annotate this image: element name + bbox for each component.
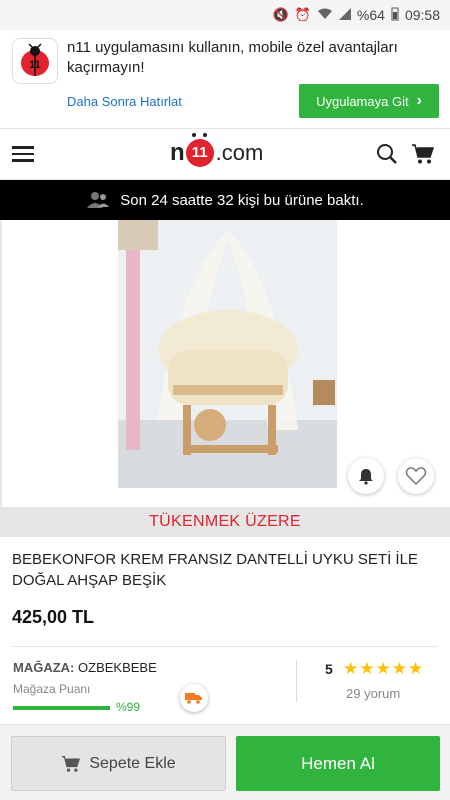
store-label: MAĞAZA:: [13, 660, 75, 675]
status-bar: 🔇 ⏰ %64 09:58: [0, 0, 450, 30]
app-install-banner: 11 n11 uygulamasını kullanın, mobile öze…: [0, 30, 450, 128]
store-score-bar: [13, 706, 110, 710]
add-to-cart-label: Sepete Ekle: [89, 754, 176, 772]
cart-icon: [62, 755, 81, 772]
star-icon: ★: [408, 659, 424, 678]
product-title: BEBEKONFOR KREM FRANSIZ DANTELLİ UYKU SE…: [12, 551, 418, 589]
go-to-app-button[interactable]: Uygulamaya Git ›: [299, 84, 439, 118]
alarm-icon: ⏰: [294, 7, 311, 22]
app-root: 🔇 ⏰ %64 09:58 11 n11 uygulamasını kullan…: [0, 0, 450, 800]
add-to-cart-button[interactable]: Sepete Ekle: [11, 736, 226, 791]
app-banner-message: n11 uygulamasını kullanın, mobile özel a…: [67, 39, 398, 76]
rating-stars: ★ ★ ★ ★ ★: [343, 660, 423, 678]
hamburger-menu-icon[interactable]: [12, 146, 34, 162]
product-price: 425,00 TL: [12, 607, 95, 627]
people-icon: [86, 191, 110, 209]
search-icon[interactable]: [376, 143, 398, 165]
clock: 09:58: [404, 7, 440, 23]
star-icon: ★: [343, 659, 359, 678]
store-score-value: %99: [116, 700, 141, 714]
store-score-label: Mağaza Puanı: [13, 682, 91, 696]
logo-n: n: [170, 139, 185, 166]
battery-icon: [391, 7, 399, 24]
star-icon: ★: [391, 659, 407, 678]
review-count-link[interactable]: 29 yorum: [346, 686, 400, 701]
go-to-app-label: Uygulamaya Git: [316, 93, 409, 109]
logo-11-badge: 11: [185, 133, 214, 167]
shipping-truck-icon: [180, 684, 208, 712]
rating-value: 5: [325, 661, 333, 677]
signal-icon: [338, 7, 351, 23]
chevron-right-icon: ›: [416, 92, 422, 109]
buy-now-button[interactable]: Hemen Al: [236, 736, 440, 791]
logo-11: 11: [191, 144, 208, 161]
bell-icon: [359, 469, 373, 485]
star-icon: ★: [375, 659, 391, 678]
site-header: n 11 .com: [0, 128, 450, 180]
product-image-area: [0, 220, 450, 507]
remind-later-link[interactable]: Daha Sonra Hatırlat: [67, 94, 182, 109]
n11-app-logo: 11: [12, 38, 58, 84]
recent-views-bar: Son 24 saatte 32 kişi bu ürüne baktı.: [0, 180, 450, 220]
recent-views-text: Son 24 saatte 32 kişi bu ürüne baktı.: [120, 191, 364, 209]
mute-icon: 🔇: [272, 7, 289, 22]
buy-now-label: Hemen Al: [301, 753, 375, 773]
logo-domain: .com: [215, 140, 264, 165]
product-image[interactable]: [118, 220, 337, 488]
stock-status-banner: TÜKENMEK ÜZERE: [0, 507, 450, 537]
cart-icon[interactable]: [411, 143, 435, 165]
vertical-divider: [296, 660, 297, 702]
svg-text:11: 11: [29, 59, 41, 71]
price-alert-button[interactable]: [348, 458, 384, 494]
favorite-button[interactable]: [398, 458, 434, 494]
battery-percent: %64: [356, 7, 385, 23]
heart-icon: [405, 467, 427, 486]
star-icon: ★: [359, 659, 375, 678]
n11-logo[interactable]: n 11 .com: [170, 133, 264, 167]
wifi-icon: [317, 8, 333, 23]
store-name: OZBEKBEBE: [78, 660, 157, 675]
store-info[interactable]: MAĞAZA: OZBEKBEBE: [13, 660, 157, 675]
bottom-action-bar: Sepete Ekle Hemen Al: [0, 724, 450, 800]
divider: [12, 646, 438, 647]
